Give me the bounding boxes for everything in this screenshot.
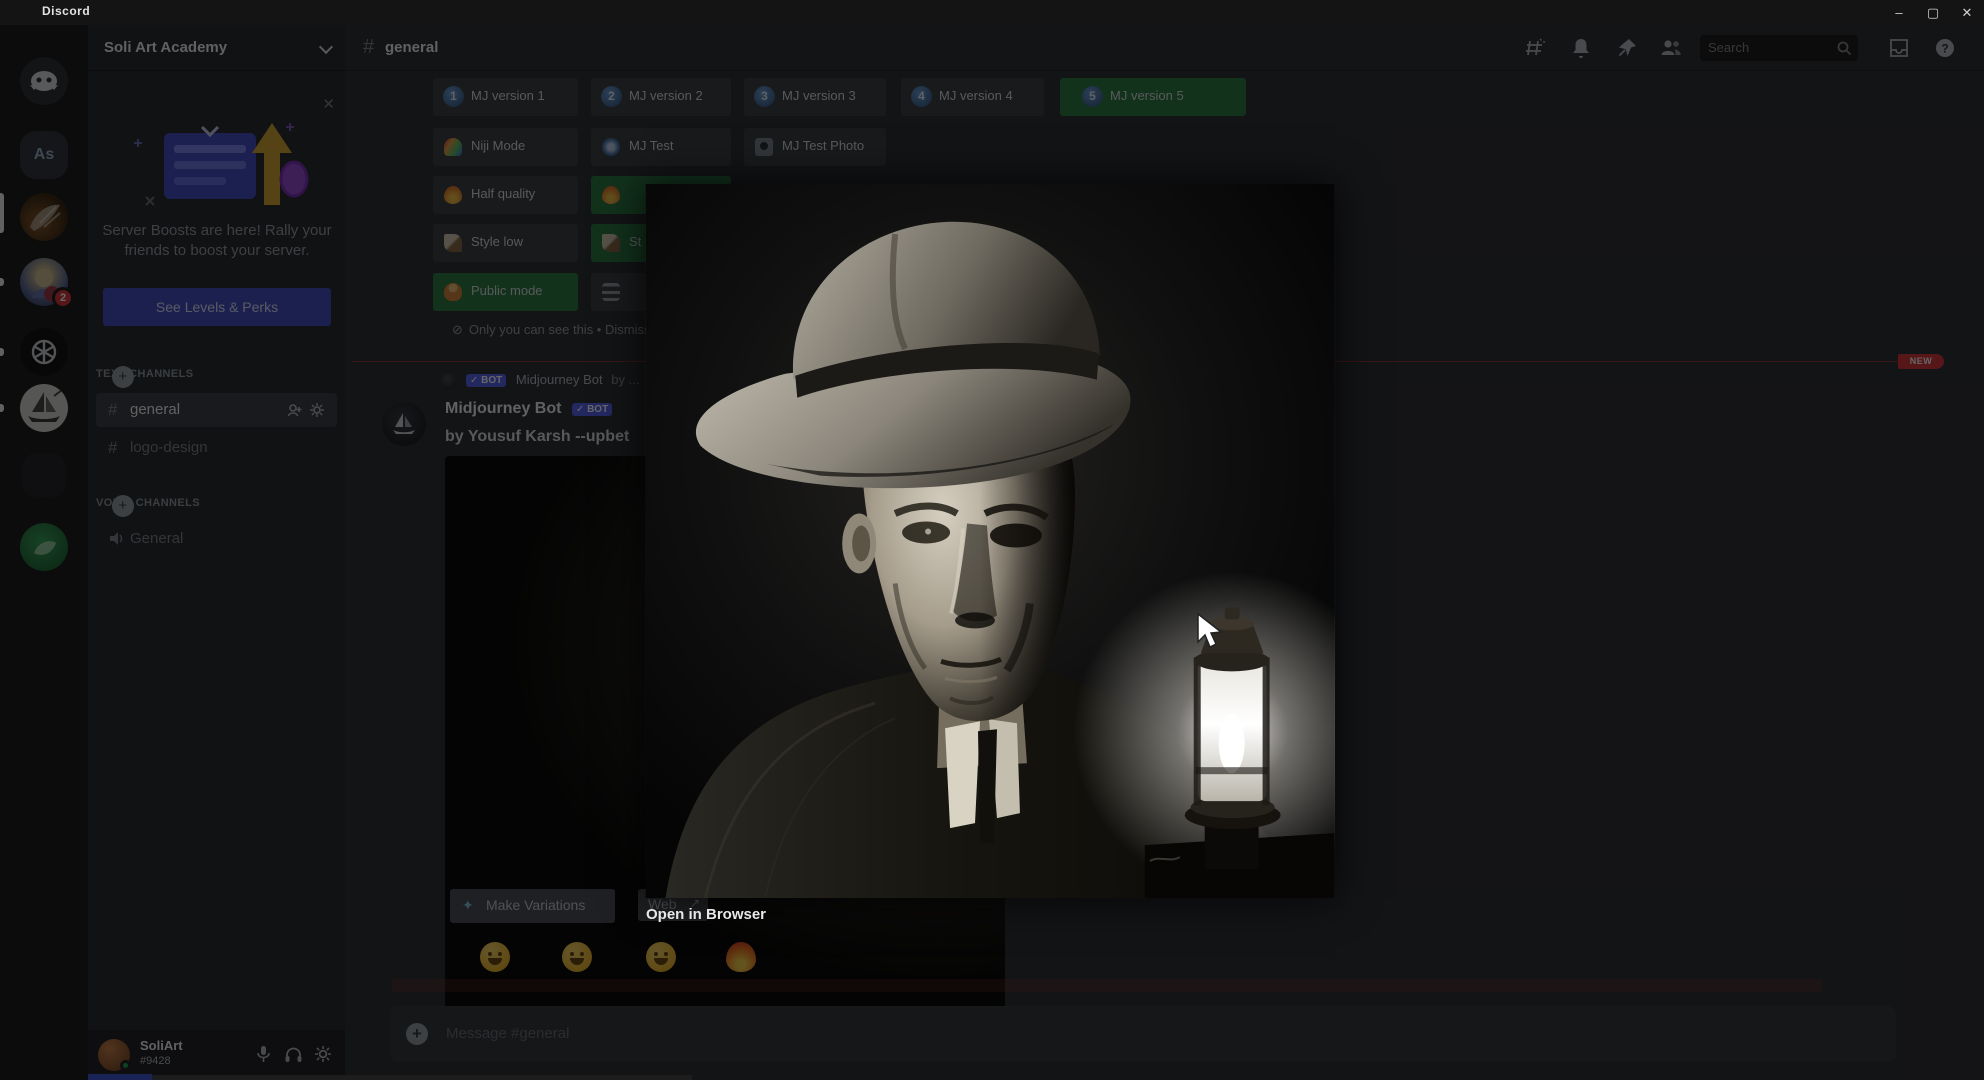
app-title: Discord <box>42 4 91 18</box>
open-in-browser-link[interactable]: Open in Browser <box>646 906 766 923</box>
mouse-cursor <box>1197 612 1223 649</box>
image-lightbox[interactable] <box>645 184 1393 899</box>
title-bar: Discord – ▢ ✕ <box>0 0 1984 25</box>
portrait-photo <box>645 184 1393 899</box>
minimize-button[interactable]: – <box>1882 0 1916 25</box>
close-button[interactable]: ✕ <box>1950 0 1984 25</box>
discord-window: Discord – ▢ ✕ As 2 <box>0 0 1984 1080</box>
maximize-button[interactable]: ▢ <box>1916 0 1950 25</box>
